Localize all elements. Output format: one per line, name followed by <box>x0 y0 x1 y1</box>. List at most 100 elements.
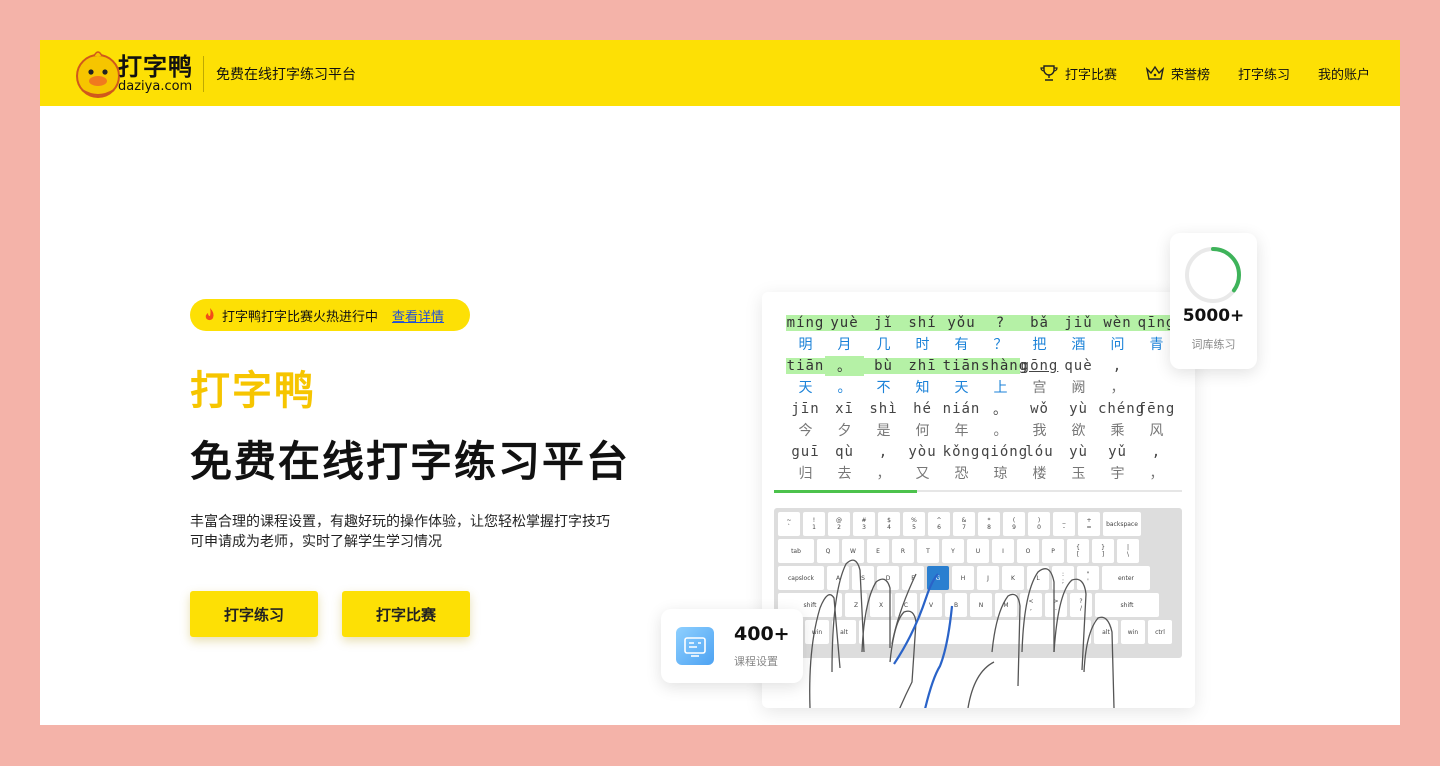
pinyin-syllable: qióng <box>981 443 1029 460</box>
pinyin-syllable: tiān <box>786 357 825 374</box>
nav-item-honor[interactable]: 荣誉榜 <box>1145 63 1210 83</box>
main-nav: 打字比赛 荣誉榜 打字练习 我的账户 <box>1039 40 1370 106</box>
view-details-link[interactable]: 查看详情 <box>392 306 444 325</box>
key: : ; <box>1052 566 1074 590</box>
key: win <box>805 620 829 644</box>
key: V <box>920 593 942 617</box>
pinyin-syllable: yòu <box>908 443 937 460</box>
pinyin-syllable: kǒng <box>942 443 981 460</box>
key: < , <box>1020 593 1042 617</box>
nav-item-account[interactable]: 我的账户 <box>1318 64 1370 83</box>
pinyin-syllable: jǐ <box>864 314 903 331</box>
pinyin-syllable: 。 <box>825 355 864 376</box>
pinyin-line: guī qù, yòu kǒng qióng lóu yù yǔ, <box>786 441 1176 463</box>
hanzi-line: 天 。 不 知 天 上 宫 阙 ， <box>786 377 1176 399</box>
key: K <box>1002 566 1024 590</box>
nav-item-contest[interactable]: 打字比赛 <box>1039 63 1117 83</box>
nav-item-practice[interactable]: 打字练习 <box>1238 64 1290 83</box>
brand-name: 打字鸭 <box>118 53 193 81</box>
keyboard-row: ctrlwinalt altwinctrl <box>778 620 1178 644</box>
pinyin-syllable: 。 <box>993 401 1008 418</box>
pinyin-syllable: , <box>1112 357 1123 374</box>
key: shift <box>1095 593 1159 617</box>
key: Z <box>845 593 867 617</box>
pinyin-syllable: gōng <box>1020 357 1059 374</box>
pinyin-syllable: lóu <box>1025 443 1054 460</box>
pinyin-line: tiān。 bù zhī tiān shàng gōng què, <box>786 355 1176 377</box>
key: alt <box>1094 620 1118 644</box>
pinyin-syllable: xī <box>835 400 854 417</box>
key: C <box>895 593 917 617</box>
hanzi-char: 年 <box>954 423 969 440</box>
key: X <box>870 593 892 617</box>
hanzi-char: ？ <box>993 337 1008 354</box>
pinyin-syllable: míng <box>786 314 825 331</box>
key: O <box>1017 539 1039 563</box>
pinyin-syllable: bù <box>864 357 903 374</box>
pinyin-syllable: shí <box>903 314 942 331</box>
typing-contest-button[interactable]: 打字比赛 <box>342 591 470 637</box>
keyboard-row: capslock A S D F G H J K L: ; " ' enter <box>778 566 1178 590</box>
crown-icon <box>1145 65 1165 80</box>
hero-title: 免费在线打字练习平台 <box>190 437 631 486</box>
hanzi-char: 酒 <box>1071 337 1086 354</box>
pinyin-syllable: tiān <box>942 357 981 374</box>
hanzi-char: 月 <box>837 337 852 354</box>
nav-label: 我的账户 <box>1317 67 1370 83</box>
key: * 8 <box>978 512 1000 536</box>
pinyin-syllable: yù <box>1069 400 1088 417</box>
typing-preview-card: míng yuè jǐ shí yǒu? bǎ jiǔ wèn qīng 明月几时有？把酒问青 ti… <box>762 292 1195 708</box>
key: | \ <box>1117 539 1139 563</box>
pinyin-syllable: yǒu <box>942 314 981 331</box>
brand[interactable]: 打字鸭 daziya.com <box>118 54 193 94</box>
key: enter <box>1102 566 1150 590</box>
keyboard-row: ~ `! 1 @ 2 # 3 $ 4% 5 ^ 6 & 7 * 8( 9) 0 _ - + = b… <box>778 512 1178 536</box>
hero-desc-line: 丰富合理的课程设置，有趣好玩的操作体验，让您轻松掌握打字技巧 <box>190 514 610 530</box>
key: U <box>967 539 989 563</box>
key: _ - <box>1053 512 1075 536</box>
hanzi-char: 我 <box>1032 423 1047 440</box>
hanzi-char: 楼 <box>1032 466 1047 483</box>
key: E <box>867 539 889 563</box>
pinyin-syllable: wèn <box>1098 314 1137 331</box>
key: # 3 <box>853 512 875 536</box>
fire-icon <box>205 308 214 321</box>
key: > . <box>1045 593 1067 617</box>
hanzi-char: 。 <box>837 380 852 397</box>
key: G <box>927 566 949 590</box>
keyboard: ~ `! 1 @ 2 # 3 $ 4% 5 ^ 6 & 7 * 8( 9) 0 _ - + = b… <box>774 508 1182 658</box>
hanzi-char: 又 <box>915 466 930 483</box>
hanzi-char: 问 <box>1110 337 1125 354</box>
key: ( 9 <box>1003 512 1025 536</box>
word-bank-stat: 5000+ 词库练习 <box>1170 233 1257 369</box>
hanzi-char: 几 <box>876 337 891 354</box>
hanzi-char: 去 <box>837 466 852 483</box>
pinyin-syllable: chéng <box>1098 400 1146 417</box>
hanzi-char: 天 <box>798 380 813 397</box>
key: ^ 6 <box>928 512 950 536</box>
hanzi-char: 乘 <box>1110 423 1125 440</box>
pinyin-syllable: ? <box>981 314 1020 331</box>
pinyin-syllable: yù <box>1069 443 1088 460</box>
key: B <box>945 593 967 617</box>
course-icon <box>676 627 714 665</box>
pinyin-syllable: guī <box>791 443 820 460</box>
hanzi-char: 风 <box>1149 423 1164 440</box>
page-frame: 打字鸭 daziya.com 免费在线打字练习平台 打字比赛 荣誉榜 打字练习 … <box>40 40 1400 725</box>
pinyin-syllable: shàng <box>981 357 1029 374</box>
key: D <box>877 566 899 590</box>
hanzi-char: 把 <box>1032 337 1047 354</box>
hanzi-char: 明 <box>798 337 813 354</box>
pinyin-syllable: yuè <box>825 314 864 331</box>
keyboard-row: shift Z X C V B N M < , > .? / shift <box>778 593 1178 617</box>
typing-practice-button[interactable]: 打字练习 <box>190 591 318 637</box>
hanzi-char: 上 <box>993 380 1008 397</box>
key: M <box>995 593 1017 617</box>
key: H <box>952 566 974 590</box>
hanzi-char: 时 <box>915 337 930 354</box>
pinyin-syllable: jiǔ <box>1059 314 1098 331</box>
pinyin-syllable: nián <box>942 400 981 417</box>
hanzi-char: 何 <box>915 423 930 440</box>
key: L <box>1027 566 1049 590</box>
key: N <box>970 593 992 617</box>
